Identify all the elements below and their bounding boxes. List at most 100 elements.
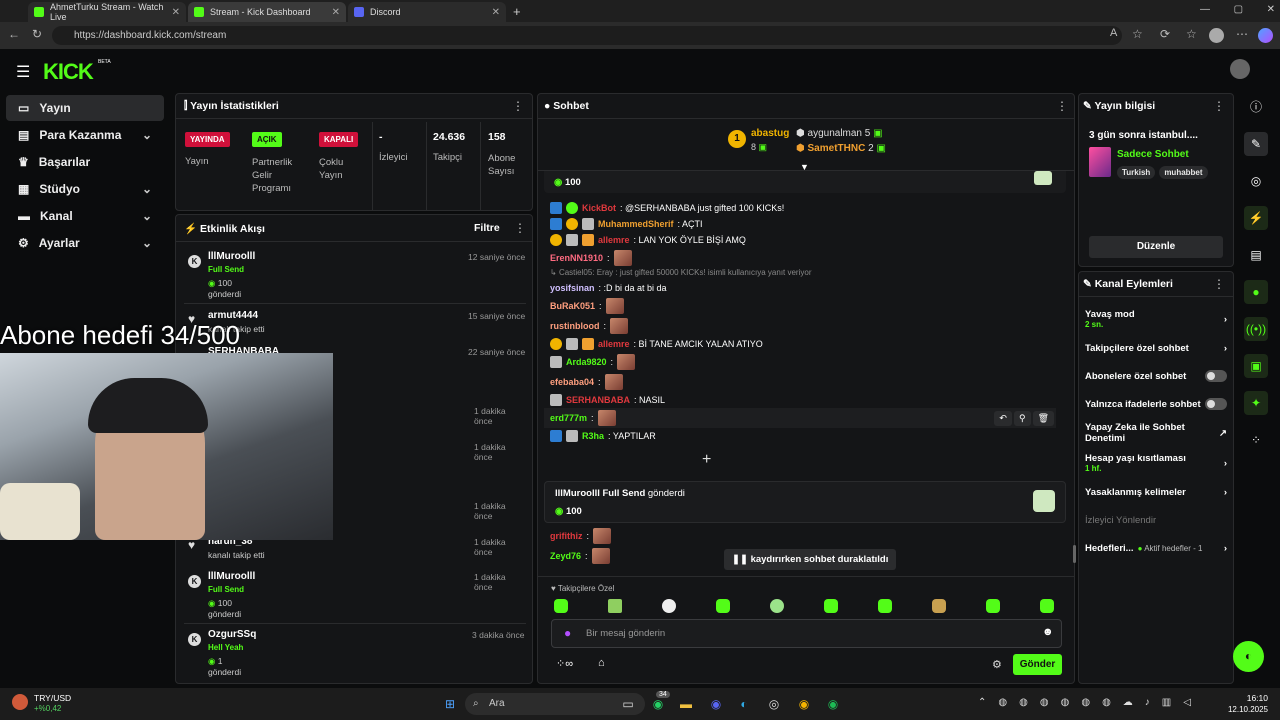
clock-date[interactable]: 12.10.2025 bbox=[1222, 705, 1268, 714]
goals-row[interactable]: Hedefleri... ● Aktif hedefler - 1 › bbox=[1085, 534, 1227, 562]
layout-icon[interactable]: ▣ bbox=[1244, 354, 1268, 378]
info-icon[interactable]: ⓘ bbox=[1244, 95, 1268, 119]
chat-scrollbar[interactable] bbox=[1073, 545, 1076, 563]
event-user[interactable]: OzgurSSq bbox=[208, 629, 256, 640]
kick-logo[interactable]: KICK bbox=[43, 59, 94, 85]
gamepad-icon[interactable]: ◎ bbox=[1244, 169, 1268, 193]
chat-username[interactable]: R3ha bbox=[582, 431, 604, 441]
obs-icon[interactable]: ◎ bbox=[764, 694, 784, 714]
close-icon[interactable]: ✕ bbox=[492, 7, 500, 18]
support-chat-icon[interactable]: ◐ bbox=[1233, 641, 1264, 672]
emote-icon[interactable] bbox=[716, 599, 730, 613]
more-vertical-icon[interactable]: ⋮ bbox=[1213, 99, 1225, 113]
emote-icon[interactable] bbox=[770, 599, 784, 613]
tray-app-icon[interactable]: ◍ bbox=[1019, 697, 1028, 708]
windows-start-icon[interactable]: ⊞ bbox=[440, 694, 460, 714]
chat-icon[interactable]: ● bbox=[1244, 280, 1268, 304]
chat-username[interactable]: erd777m bbox=[550, 413, 587, 423]
top-gifter-name[interactable]: aygunalman bbox=[808, 128, 862, 139]
filter-button[interactable]: Filtre bbox=[474, 222, 500, 234]
kicks-infinite-icon[interactable]: ⁘∞ bbox=[556, 657, 573, 670]
task-view-icon[interactable]: ▭ bbox=[618, 694, 638, 714]
document-icon[interactable]: ▤ bbox=[1244, 243, 1268, 267]
browser-tab[interactable]: AhmetTurku Stream - Watch Live ✕ bbox=[28, 2, 186, 22]
chat-paused-notice[interactable]: ❚❚ kaydırırken sohbet duraklatıldı bbox=[724, 549, 897, 570]
close-window-icon[interactable]: ✕ bbox=[1267, 4, 1275, 15]
tag-chip[interactable]: muhabbet bbox=[1159, 166, 1208, 179]
extensions-icon[interactable]: ⟳ bbox=[1160, 27, 1170, 41]
store-icon[interactable]: ⌂ bbox=[598, 657, 605, 669]
event-user[interactable]: lllMuroolll bbox=[208, 571, 255, 582]
category-name[interactable]: Sadece Sohbet bbox=[1117, 149, 1189, 160]
sidebar-item-ayarlar[interactable]: ⚙ Ayarlar ⌄ bbox=[6, 230, 164, 256]
stock-widget-icon[interactable] bbox=[12, 694, 28, 710]
chat-username[interactable]: rustinblood bbox=[550, 321, 600, 331]
back-icon[interactable]: ← bbox=[8, 27, 20, 41]
sidebar-item-studyo[interactable]: ▦ Stüdyo ⌄ bbox=[6, 176, 164, 202]
chat-message[interactable]: ErenNN1910: bbox=[550, 248, 1050, 268]
volume-icon[interactable]: ◁ bbox=[1183, 697, 1191, 708]
edge-icon[interactable]: ◐ bbox=[734, 694, 754, 714]
chat-message[interactable]: allemre: LAN YOK ÖYLE BİŞİ AMQ bbox=[550, 232, 1050, 248]
copilot-icon[interactable] bbox=[1258, 28, 1273, 43]
ai-moderation-row[interactable]: Yapay Zeka ile Sohbet Denetimi ↗ bbox=[1085, 418, 1227, 448]
profile-avatar[interactable] bbox=[1209, 28, 1224, 43]
chat-message[interactable]: SERHANBABA: NASIL bbox=[550, 392, 1050, 408]
chat-message[interactable]: rustinblood: bbox=[550, 316, 1050, 336]
chat-username[interactable]: efebaba04 bbox=[550, 377, 594, 387]
cloud-icon[interactable]: ☁ bbox=[1123, 697, 1133, 708]
tray-app-icon[interactable]: ◍ bbox=[998, 697, 1007, 708]
chat-message-hovered[interactable]: erd777m: ↶ ⚲ 🗑 bbox=[544, 408, 1056, 428]
steam-icon[interactable]: ◍ bbox=[1081, 697, 1090, 708]
emoji-icon[interactable]: ☻ bbox=[1042, 626, 1054, 638]
emote-icon[interactable] bbox=[554, 599, 568, 613]
tag-chip[interactable]: Turkish bbox=[1117, 166, 1156, 179]
chat-username[interactable]: yosifsinan bbox=[550, 283, 595, 293]
more-vertical-icon[interactable]: ⋮ bbox=[512, 99, 524, 113]
maximize-icon[interactable]: ▢ bbox=[1234, 4, 1243, 15]
emote-icon[interactable] bbox=[932, 599, 946, 613]
emote-icon[interactable] bbox=[608, 599, 622, 613]
tray-app-icon[interactable]: ◍ bbox=[1102, 697, 1111, 708]
spotify-icon[interactable]: ◉ bbox=[823, 694, 843, 714]
chat-username[interactable]: BuRaK051 bbox=[550, 301, 595, 311]
more-icon[interactable]: ⋯ bbox=[1236, 27, 1248, 41]
delete-icon[interactable]: 🗑 bbox=[1032, 410, 1054, 426]
close-icon[interactable]: ✕ bbox=[332, 7, 340, 18]
user-avatar[interactable] bbox=[1230, 59, 1250, 79]
chat-message[interactable]: BuRaK051: bbox=[550, 296, 1050, 316]
slow-mode-row[interactable]: Yavaş mod 2 sn. › bbox=[1085, 304, 1227, 334]
reload-icon[interactable]: ↻ bbox=[32, 27, 42, 41]
tray-app-icon[interactable]: ◍ bbox=[1061, 697, 1070, 708]
folder-icon[interactable]: ▬ bbox=[676, 694, 696, 714]
emote-icon[interactable] bbox=[986, 599, 1000, 613]
edit-button[interactable]: Düzenle bbox=[1089, 236, 1223, 258]
category-thumbnail[interactable] bbox=[1089, 147, 1111, 177]
chat-message[interactable]: efebaba04: bbox=[550, 372, 1050, 392]
chat-username[interactable]: KickBot bbox=[582, 203, 616, 213]
menu-icon[interactable]: ☰ bbox=[16, 62, 30, 82]
sidebar-item-yayin[interactable]: ▭ Yayın bbox=[6, 95, 164, 121]
clock-time[interactable]: 16:10 bbox=[1232, 693, 1268, 703]
url-input[interactable]: https://dashboard.kick.com/stream bbox=[52, 26, 1122, 45]
chat-message[interactable]: yosifsinan: :D bi da at bi da bbox=[550, 280, 1050, 296]
chrome-icon[interactable]: ◉ bbox=[794, 694, 814, 714]
edit-pencil-icon[interactable]: ✎ bbox=[1244, 132, 1268, 156]
gift-user[interactable]: lllMuroolll bbox=[555, 488, 600, 499]
network-icon[interactable]: ▥ bbox=[1162, 697, 1171, 708]
subscribers-only-toggle[interactable] bbox=[1205, 370, 1227, 382]
new-tab-icon[interactable]: + bbox=[513, 4, 521, 19]
favorite-star-icon[interactable]: ☆ bbox=[1132, 27, 1143, 41]
sidebar-item-basarilar[interactable]: ♛ Başarılar bbox=[6, 149, 164, 175]
chevron-up-icon[interactable]: ⌃ bbox=[978, 697, 986, 708]
more-vertical-icon[interactable]: ⋮ bbox=[1056, 99, 1068, 113]
chat-message[interactable]: Arda9820: bbox=[550, 352, 1050, 372]
chat-username[interactable]: SERHANBABA bbox=[566, 395, 630, 405]
emote-icon[interactable] bbox=[878, 599, 892, 613]
kicks-icon[interactable]: ⁘ bbox=[1244, 428, 1268, 452]
followers-only-row[interactable]: Takipçilere özel sohbet › bbox=[1085, 334, 1227, 362]
send-button[interactable]: Gönder bbox=[1013, 654, 1062, 675]
chat-message[interactable]: allemre: Bİ TANE AMCIK YALAN ATIYO bbox=[550, 336, 1050, 352]
read-aloud-icon[interactable]: A bbox=[1110, 27, 1117, 39]
raid-row[interactable]: İzleyici Yönlendir bbox=[1085, 506, 1227, 534]
